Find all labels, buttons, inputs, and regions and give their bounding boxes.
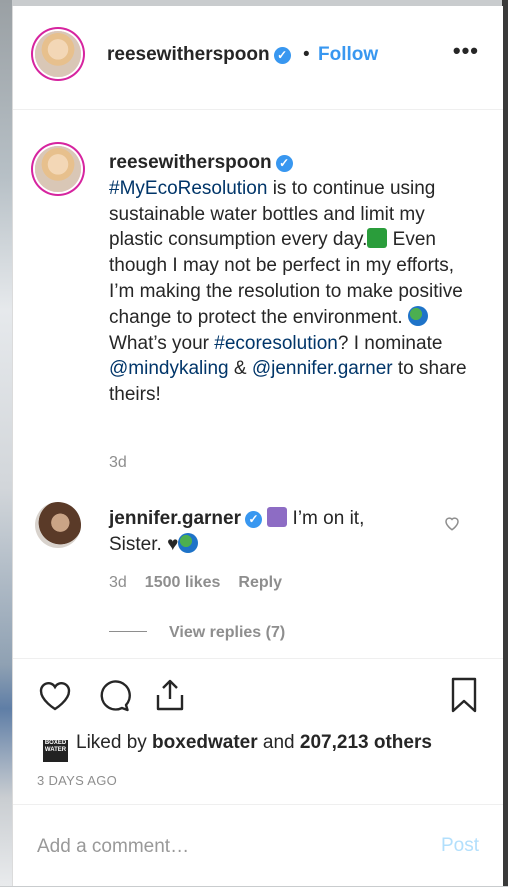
follow-button[interactable]: Follow [318,44,378,66]
post-button[interactable]: Post [441,835,479,857]
caption-text: ? I nominate [337,332,443,354]
liker-username[interactable]: boxedwater [152,732,258,753]
likes-line: BOXED WATER Liked by boxedwater and 207,21… [43,732,432,762]
background-blur [0,0,12,886]
post-date[interactable]: 3 DAYS AGO [37,773,117,788]
commenter-username[interactable]: jennifer.garner ✓ [109,508,262,529]
caption-avatar[interactable] [35,146,81,192]
globe-icon [407,305,428,326]
caption: reesewitherspoon ✓ #MyEcoResolution is to… [109,150,479,408]
replies-divider [109,631,147,632]
globe-icon [178,533,199,553]
caption-timestamp[interactable]: 3d [109,454,127,472]
mention-link[interactable]: @jennifer.garner [252,358,393,379]
share-icon[interactable] [150,675,190,715]
heart-icon[interactable] [35,675,75,715]
heart-emoji: ♥ [167,534,179,555]
comments-area: reesewitherspoon ✓ #MyEcoResolution is to… [13,110,503,658]
bookmark-icon[interactable] [445,675,485,715]
caption-author-text[interactable]: reesewitherspoon [109,152,272,173]
comment: jennifer.garner ✓ I’m on it, Sister. ♥ [109,506,409,558]
verified-icon: ✓ [273,47,291,64]
comment-meta: 3d 1500 likes Reply [109,574,300,592]
author-avatar[interactable] [35,31,81,77]
comment-like-icon[interactable] [443,514,463,534]
comment-box: Post [13,804,503,887]
liker-avatar[interactable]: BOXED WATER [43,740,68,762]
separator-dot: • [303,44,310,65]
hashtag-link[interactable]: #MyEcoResolution [109,178,267,199]
more-icon[interactable]: ••• [453,38,479,64]
author-username[interactable]: reesewitherspoon ✓ [107,44,291,66]
caption-text: & [228,358,252,380]
comment-likes[interactable]: 1500 likes [145,574,221,591]
mention-link[interactable]: @mindykaling [109,358,229,379]
commenter-username-text[interactable]: jennifer.garner [109,508,241,529]
caption-author[interactable]: reesewitherspoon ✓ [109,152,293,173]
caption-text: What’s your [109,332,215,354]
view-replies-label[interactable]: View replies (7) [169,624,285,641]
comment-icon[interactable] [93,675,133,715]
reply-button[interactable]: Reply [238,574,282,591]
post-card: reesewitherspoon ✓ • Follow ••• reesewith… [12,6,503,886]
raised-hand-icon [267,507,288,527]
comment-input[interactable] [35,829,419,865]
commenter-avatar[interactable] [35,502,81,548]
post-header: reesewitherspoon ✓ • Follow ••• [13,6,503,110]
verified-icon: ✓ [245,511,262,528]
likes-count[interactable]: 207,213 others [300,732,432,753]
recycle-icon [367,228,388,249]
hashtag-link[interactable]: #ecoresolution [214,333,338,354]
comment-timestamp[interactable]: 3d [109,574,127,591]
likes-mid: and [257,732,300,753]
verified-icon: ✓ [275,155,293,172]
likes-prefix: Liked by [76,732,153,753]
action-bar [13,658,503,729]
view-replies-button[interactable]: View replies (7) [109,624,285,642]
author-username-text[interactable]: reesewitherspoon [107,44,270,65]
